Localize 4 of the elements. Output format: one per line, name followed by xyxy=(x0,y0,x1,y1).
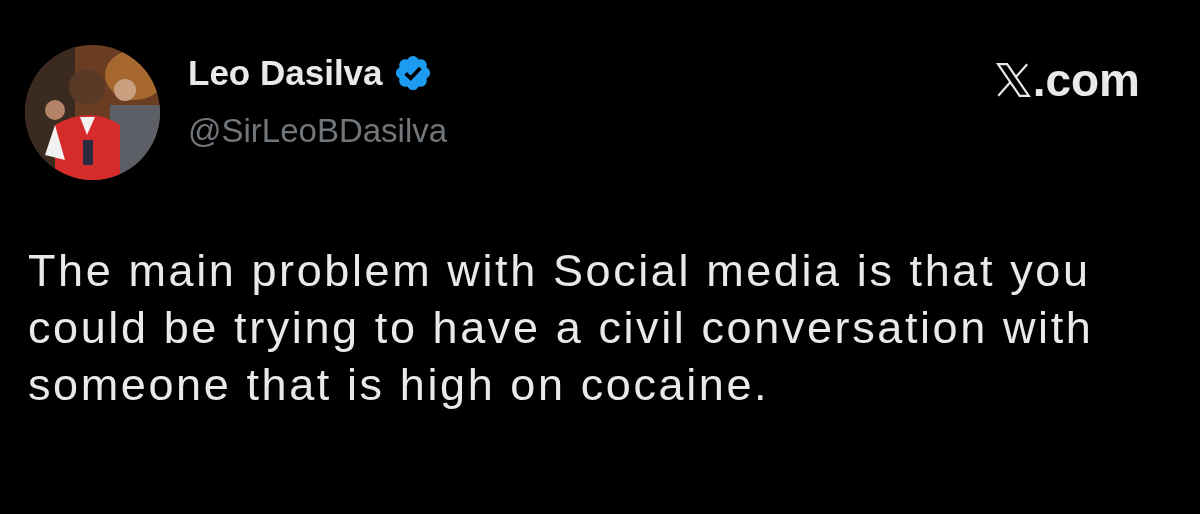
user-handle: @SirLeoBDasilva xyxy=(188,111,448,151)
post-text: The main problem with Social media is that you could be trying to have a civil conversation with someone that is high on cocaine. xyxy=(28,244,1095,412)
site-label: .com xyxy=(1032,55,1140,105)
display-name: Leo Dasilva xyxy=(188,52,383,94)
